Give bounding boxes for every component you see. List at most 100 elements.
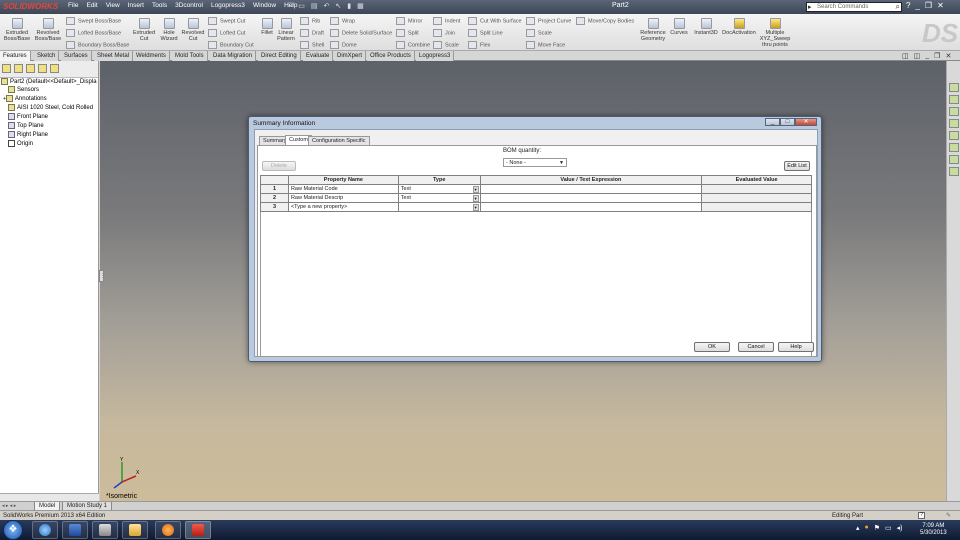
- tab-data-migration[interactable]: Data Migration: [210, 51, 257, 61]
- wrap-button[interactable]: Wrap: [330, 17, 355, 25]
- rib-button[interactable]: Rib: [300, 17, 320, 25]
- flex-button[interactable]: Flex: [468, 41, 490, 49]
- tree-item-annotations[interactable]: + Annotations: [3, 95, 47, 103]
- new-icon[interactable]: □: [288, 2, 292, 10]
- tab-logopress3[interactable]: Logopress3: [416, 51, 455, 61]
- tab-sketch[interactable]: Sketch: [34, 51, 60, 61]
- xyz-sweep-button[interactable]: Multiple XYZ_Sweep thru points: [758, 18, 792, 48]
- viewport-minimize-icon[interactable]: _: [925, 52, 929, 60]
- tree-horizontal-scrollbar[interactable]: [0, 493, 99, 501]
- search-input[interactable]: ▸ Search Commands ⌕: [806, 2, 902, 12]
- taskbar-ie[interactable]: [32, 521, 58, 539]
- file-explorer-icon[interactable]: [949, 107, 959, 116]
- tray-arrow-icon[interactable]: ▴: [856, 524, 860, 532]
- tray-app-icon[interactable]: ●: [865, 524, 869, 532]
- new-property-cell[interactable]: <Type a new property>: [287, 202, 399, 212]
- scale-curve-button[interactable]: Scale: [526, 29, 552, 37]
- join-button[interactable]: Join: [433, 29, 455, 37]
- property-name-cell[interactable]: Raw Material Descrip: [287, 193, 399, 203]
- appearances-icon[interactable]: [949, 143, 959, 152]
- value-cell[interactable]: [479, 184, 703, 194]
- undo-icon[interactable]: ↶: [323, 2, 329, 10]
- tree-item-sensors[interactable]: Sensors: [8, 86, 39, 94]
- table-row[interactable]: 2 Raw Material Descrip Text ▼: [260, 193, 812, 203]
- status-help-icon[interactable]: ?: [918, 512, 925, 519]
- resources-icon[interactable]: [949, 83, 959, 92]
- tab-weldments[interactable]: Weldments: [133, 51, 170, 61]
- taskbar-word[interactable]: [62, 521, 88, 539]
- boundary-boss-button[interactable]: Boundary Boss/Base: [66, 41, 129, 49]
- driveworks-button[interactable]: DocActivation: [720, 18, 758, 36]
- menu-logopress3[interactable]: Logopress3: [211, 2, 245, 9]
- dialog-close-icon[interactable]: ✕: [795, 118, 817, 126]
- tab-features[interactable]: Features: [0, 51, 31, 61]
- dome-button[interactable]: Dome: [330, 41, 357, 49]
- view-palette-icon[interactable]: [949, 131, 959, 140]
- reference-geometry-button[interactable]: Reference Geometry: [638, 18, 668, 42]
- shell-button[interactable]: Shell: [300, 41, 324, 49]
- minimize-icon[interactable]: _: [915, 1, 919, 10]
- tab-configuration-specific[interactable]: Configuration Specific: [308, 136, 370, 145]
- boundary-cut-button[interactable]: Boundary Cut: [208, 41, 254, 49]
- tree-root-part[interactable]: Part2 (Default<<Default>_Displa: [1, 78, 97, 86]
- viewport-restore-icon[interactable]: ❐: [934, 52, 940, 60]
- tree-item-material[interactable]: AISI 1020 Steel, Cold Rolled: [8, 104, 93, 112]
- draft-button[interactable]: Draft: [300, 29, 324, 37]
- split-button[interactable]: Split: [396, 29, 419, 37]
- tab-office-products[interactable]: Office Products: [367, 51, 415, 61]
- search-results-icon[interactable]: [949, 119, 959, 128]
- hole-wizard-button[interactable]: Hole Wizard: [158, 18, 180, 42]
- table-row[interactable]: 1 Raw Material Code Text ▼: [260, 184, 812, 194]
- panel-expand-handle[interactable]: ⋮: [99, 270, 105, 282]
- edit-list-button[interactable]: Edit List: [784, 161, 810, 171]
- project-curve-button[interactable]: Project Curve: [526, 17, 571, 25]
- tree-item-top-plane[interactable]: Top Plane: [8, 122, 44, 130]
- lofted-cut-button[interactable]: Lofted Cut: [208, 29, 245, 37]
- menu-view[interactable]: View: [106, 2, 120, 9]
- select-icon[interactable]: ↖: [335, 2, 341, 10]
- instant3d-button[interactable]: Instant3D: [692, 18, 720, 36]
- open-icon[interactable]: ▭: [298, 2, 305, 10]
- menu-edit[interactable]: Edit: [86, 2, 97, 9]
- type-select[interactable]: ▼: [397, 202, 481, 212]
- property-name-cell[interactable]: Raw Material Code: [287, 184, 399, 194]
- help-icon[interactable]: ?: [906, 1, 910, 10]
- move-face-button[interactable]: Move Face: [526, 41, 565, 49]
- close-icon[interactable]: ✕: [937, 1, 944, 10]
- lofted-boss-button[interactable]: Lofted Boss/Base: [66, 29, 121, 37]
- network-icon[interactable]: ▭: [885, 524, 892, 532]
- start-button[interactable]: ❖: [3, 520, 23, 540]
- forum-icon[interactable]: [949, 167, 959, 176]
- combine-button[interactable]: Combine: [396, 41, 430, 49]
- dialog-minimize-icon[interactable]: _: [765, 118, 780, 126]
- extruded-cut-button[interactable]: Extruded Cut: [130, 18, 158, 42]
- tree-item-front-plane[interactable]: Front Plane: [8, 113, 48, 121]
- menu-tools[interactable]: Tools: [152, 2, 167, 9]
- dimxpert-icon[interactable]: [38, 64, 47, 73]
- curves-button[interactable]: Curves: [668, 18, 690, 36]
- rebuild-icon[interactable]: ▮: [347, 2, 351, 10]
- tab-mold-tools[interactable]: Mold Tools: [172, 51, 208, 61]
- mirror-button[interactable]: Mirror: [396, 17, 422, 25]
- search-icon[interactable]: ⌕: [896, 2, 900, 11]
- flag-icon[interactable]: ⚑: [874, 524, 880, 532]
- viewport-close-icon[interactable]: ✕: [945, 52, 951, 60]
- cancel-button[interactable]: Cancel: [738, 342, 774, 352]
- tab-dimxpert[interactable]: DimXpert: [334, 51, 367, 61]
- swept-boss-button[interactable]: Swept Boss/Base: [66, 17, 121, 25]
- taskbar-solidworks[interactable]: [185, 521, 211, 539]
- taskbar-app[interactable]: [92, 521, 118, 539]
- tab-evaluate[interactable]: Evaluate: [303, 51, 334, 61]
- indent-button[interactable]: Indent: [433, 17, 460, 25]
- volume-icon[interactable]: ◂): [897, 524, 903, 532]
- value-cell[interactable]: [479, 193, 703, 203]
- design-library-icon[interactable]: [949, 95, 959, 104]
- split-line-button[interactable]: Split Line: [468, 29, 503, 37]
- options-icon[interactable]: ▦: [357, 2, 364, 10]
- dialog-maximize-icon[interactable]: □: [780, 118, 795, 126]
- tab-direct-editing[interactable]: Direct Editing: [258, 51, 301, 61]
- tab-sheet-metal[interactable]: Sheet Metal: [94, 51, 134, 61]
- delete-button[interactable]: Delete: [262, 161, 296, 171]
- bom-quantity-select[interactable]: - None - ▼: [503, 158, 567, 167]
- print-icon[interactable]: ▤: [311, 2, 318, 10]
